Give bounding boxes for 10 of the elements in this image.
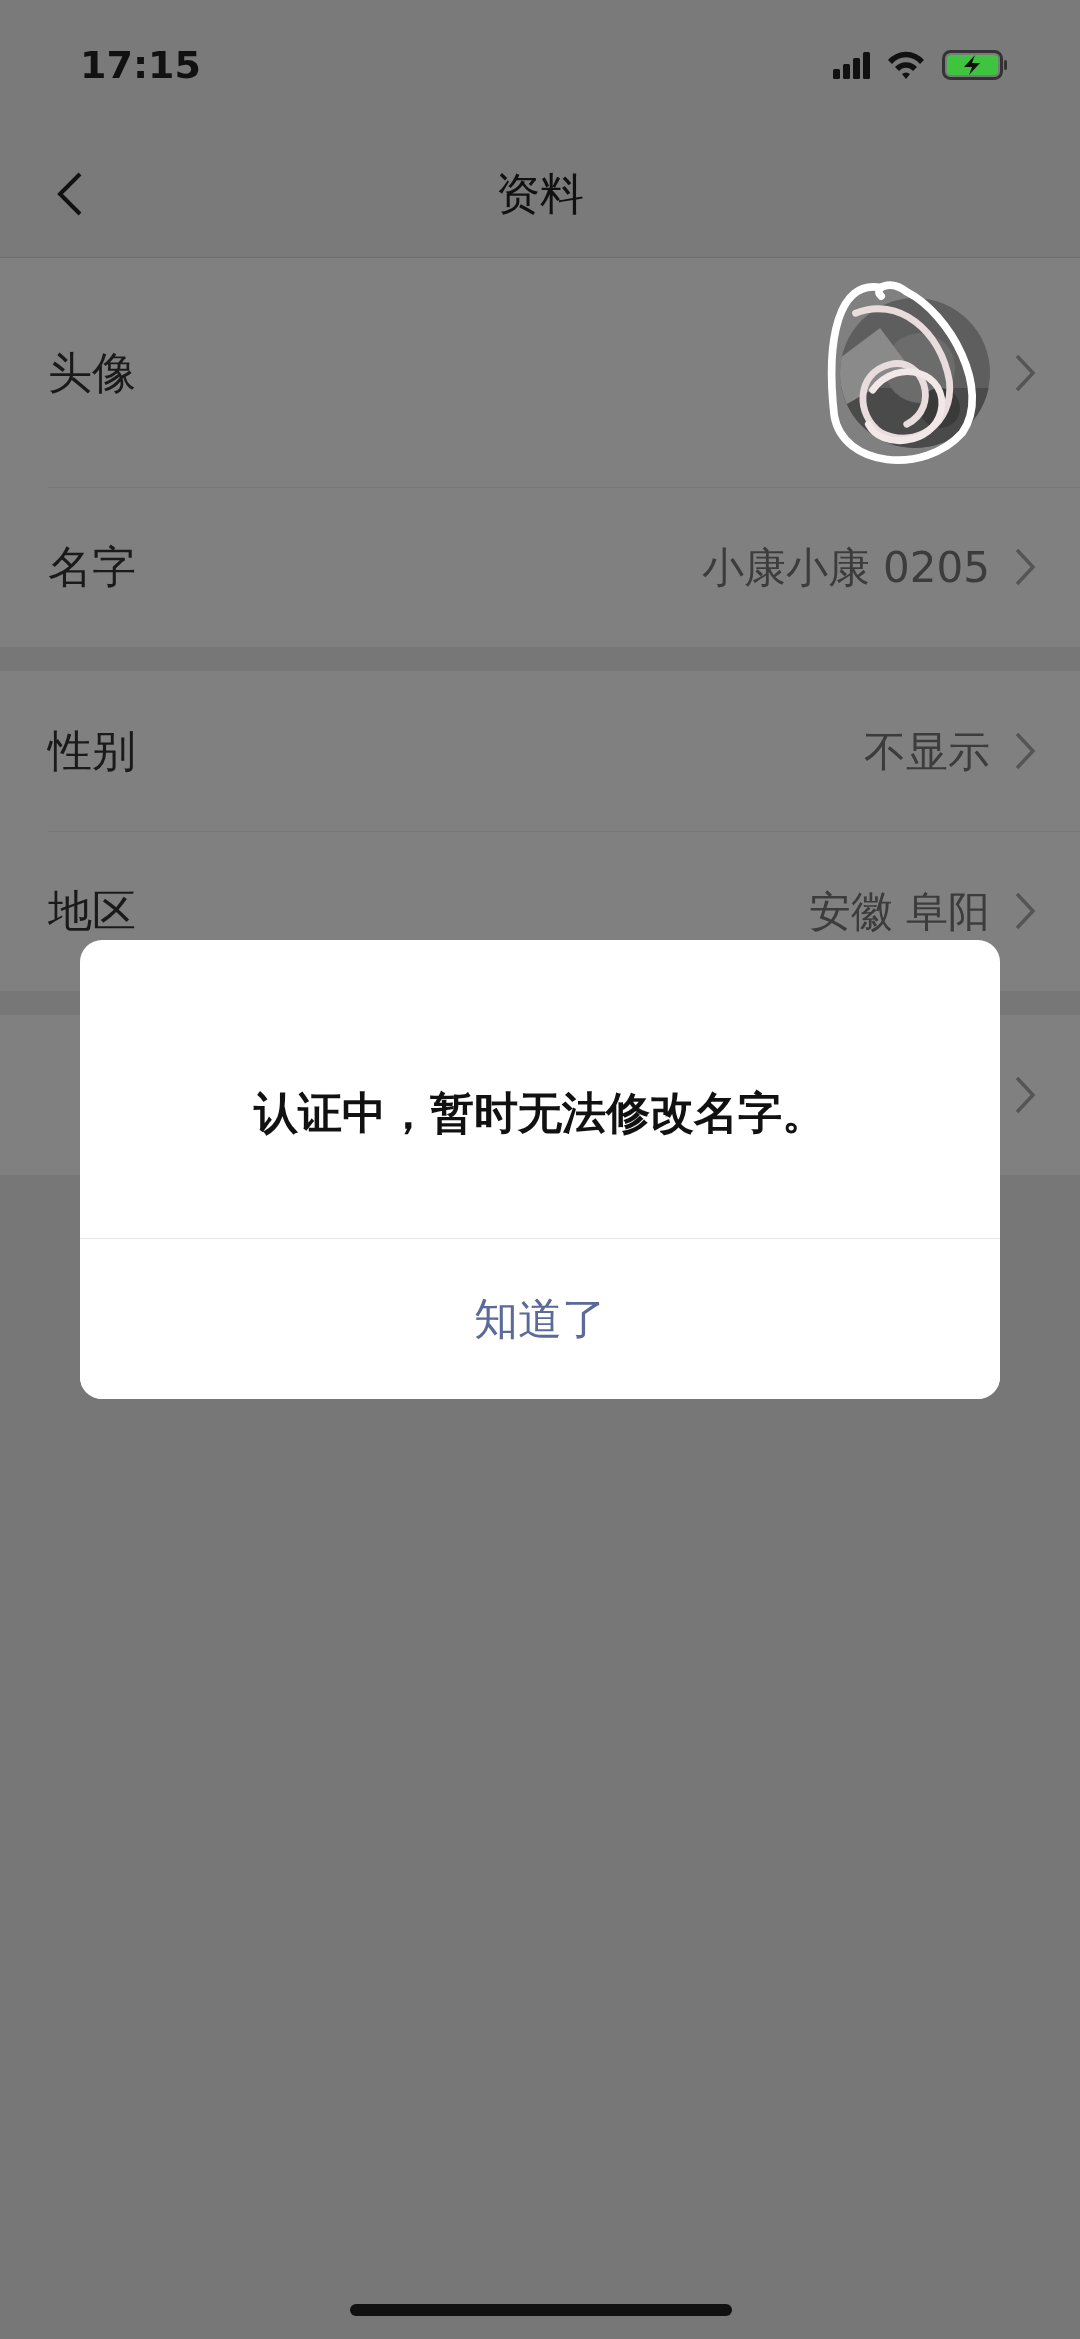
row-label: 地区 xyxy=(48,884,136,938)
row-value: 安徽 阜阳 xyxy=(808,885,990,938)
row-label: 名字 xyxy=(48,540,136,594)
status-time: 17:15 xyxy=(80,41,201,89)
row-value: 小康小康 0205 xyxy=(701,541,990,594)
row-value: 不显示 xyxy=(864,725,990,778)
dialog-message: 认证中，暂时无法修改名字。 xyxy=(252,1086,827,1140)
row-label: 性别 xyxy=(48,724,136,778)
page-title: 资料 xyxy=(496,166,584,221)
row-label: 头像 xyxy=(48,345,136,400)
